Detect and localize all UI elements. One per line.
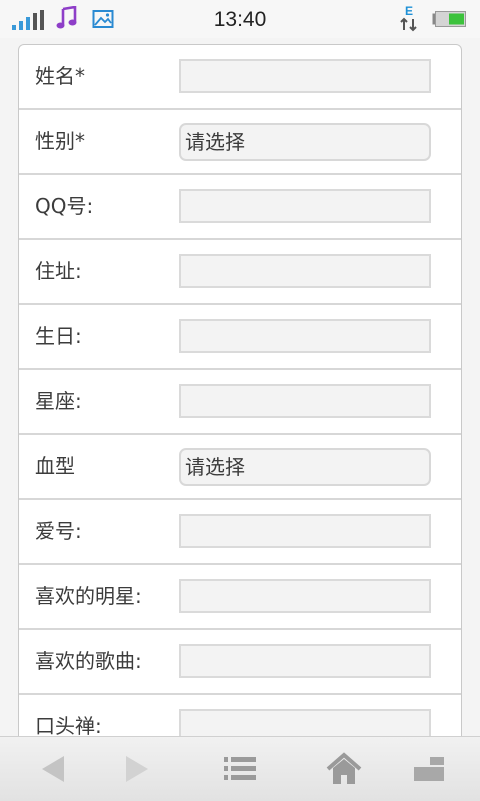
address-input[interactable] [179, 254, 431, 288]
name-label: 姓名* [35, 64, 85, 88]
home-icon[interactable] [324, 751, 364, 787]
form-row-gender: 性别* 请选择 [19, 110, 461, 175]
hobby-input[interactable] [179, 514, 431, 548]
favorite-song-input[interactable] [179, 644, 431, 678]
birthday-label: 生日: [35, 324, 82, 348]
data-e-icon: E [398, 4, 422, 32]
blood-type-select[interactable]: 请选择 [179, 448, 431, 486]
form-row-birthday: 生日: [19, 305, 461, 370]
favorite-star-label: 喜欢的明星: [35, 584, 142, 608]
menu-list-icon[interactable] [220, 751, 260, 787]
form-row-favorite-song: 喜欢的歌曲: [19, 630, 461, 695]
address-label: 住址: [35, 259, 82, 283]
gender-select[interactable]: 请选择 [179, 123, 431, 161]
form-row-zodiac: 星座: [19, 370, 461, 435]
form-row-favorite-star: 喜欢的明星: [19, 565, 461, 630]
forward-arrow-icon[interactable] [116, 751, 156, 787]
back-arrow-icon[interactable] [34, 751, 74, 787]
form-row-qq: QQ号: [19, 175, 461, 240]
zodiac-label: 星座: [35, 389, 82, 413]
form-row-name: 姓名* [19, 45, 461, 110]
form-row-address: 住址: [19, 240, 461, 305]
favorite-star-input[interactable] [179, 579, 431, 613]
hobby-label: 爱号: [35, 519, 82, 543]
favorite-song-label: 喜欢的歌曲: [35, 649, 142, 673]
battery-icon [432, 11, 466, 27]
zodiac-input[interactable] [179, 384, 431, 418]
gender-label: 性别* [35, 129, 85, 153]
blood-type-label: 血型 [35, 454, 75, 478]
windows-icon[interactable] [410, 751, 450, 787]
bottom-nav-bar [0, 736, 480, 801]
status-bar: 13:40 E [0, 0, 480, 38]
birthday-input[interactable] [179, 319, 431, 353]
qq-input[interactable] [179, 189, 431, 223]
qq-label: QQ号: [35, 194, 94, 218]
form-row-hobby: 爱号: [19, 500, 461, 565]
name-input[interactable] [179, 59, 431, 93]
profile-form: 姓名* 性别* 请选择 QQ号: 住址: 生日: 星座: 血型 请选择 爱号: … [18, 44, 462, 746]
form-row-blood-type: 血型 请选择 [19, 435, 461, 500]
